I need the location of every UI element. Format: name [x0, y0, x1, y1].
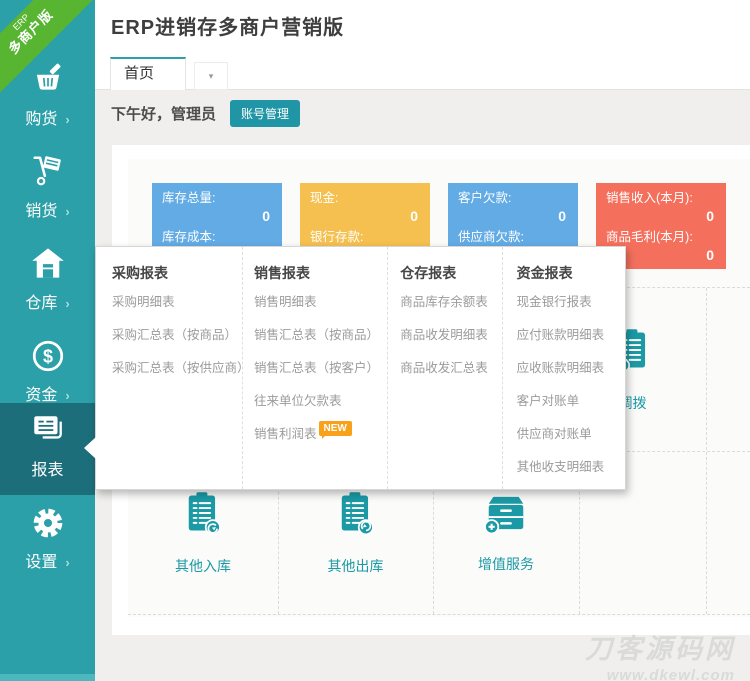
- stat-value: 0: [262, 208, 270, 224]
- sidebar-item-settings[interactable]: 设置 ›: [0, 495, 95, 587]
- flyout-item-cash-bank[interactable]: 现金银行报表: [517, 286, 625, 319]
- tab-dropdown-caret-icon[interactable]: ▾: [194, 62, 228, 90]
- sidebar-item-label: 资金: [25, 387, 58, 404]
- stat-label: 客户欠款:: [458, 191, 512, 205]
- flyout-column-fund-reports: 资金报表 现金银行报表 应付账款明细表 应收账款明细表 客户对账单 供应商对账单…: [503, 247, 625, 489]
- cabinet-plus-icon: [483, 492, 529, 539]
- sidebar-item-reports[interactable]: 报表: [0, 403, 95, 495]
- chevron-right-icon: ›: [65, 112, 70, 127]
- stat-label: 银行存款:: [310, 230, 364, 244]
- chevron-right-icon: ›: [65, 555, 70, 570]
- flyout-item-customer-statement[interactable]: 客户对账单: [517, 385, 625, 418]
- sidebar-footer-strip: [0, 674, 95, 681]
- flyout-section-header: 销售报表: [254, 265, 310, 281]
- greeting-text: 下午好，管理员: [111, 106, 217, 123]
- flyout-item-sales-profit[interactable]: 销售利润表 NEW: [254, 418, 387, 451]
- chevron-right-icon: ›: [65, 204, 70, 219]
- greeting-row: 下午好，管理员 账号管理: [111, 100, 301, 127]
- dollar-circle-icon: $: [0, 328, 95, 382]
- flyout-item-purchase-summary-product[interactable]: 采购汇总表（按商品）: [112, 319, 242, 352]
- sidebar: 购货 › 销货 › 仓库 › $ 资金 › 报表 设置 › ERP 多商户版: [0, 0, 106, 681]
- clipboard-arrow-in-icon: [182, 490, 224, 541]
- shortcut-label: 其他出库: [327, 557, 384, 574]
- flyout-item-sales-summary-customer[interactable]: 销售汇总表（按客户）: [254, 352, 387, 385]
- sidebar-item-label: 设置: [25, 554, 58, 571]
- flyout-arrow-pointer: [84, 437, 96, 459]
- reports-flyout-menu: 采购报表 采购明细表 采购汇总表（按商品） 采购汇总表（按供应商） 销售报表 销…: [95, 246, 626, 490]
- sidebar-item-warehouse[interactable]: 仓库 ›: [0, 236, 95, 328]
- sidebar-item-label: 报表: [31, 462, 64, 479]
- stat-label: 供应商欠款:: [458, 230, 524, 244]
- stat-value: 0: [410, 208, 418, 224]
- flyout-item-supplier-statement[interactable]: 供应商对账单: [517, 418, 625, 451]
- stat-value: 0: [558, 208, 566, 224]
- stat-label: 库存总量:: [162, 191, 216, 205]
- cart-icon: [0, 144, 95, 198]
- flyout-item-sales-summary-product[interactable]: 销售汇总表（按商品）: [254, 319, 387, 352]
- tab-home[interactable]: 首页: [110, 57, 186, 91]
- flyout-item-label: 销售利润表: [254, 427, 317, 441]
- flyout-item-sales-detail[interactable]: 销售明细表: [254, 286, 387, 319]
- flyout-section-header: 资金报表: [516, 265, 573, 281]
- flyout-item-receivable-detail[interactable]: 应收账款明细表: [517, 352, 625, 385]
- flyout-item-stock-inout-detail[interactable]: 商品收发明细表: [400, 319, 501, 352]
- tab-bar: 首页 ▾: [95, 55, 750, 91]
- flyout-section-header: 采购报表: [112, 265, 168, 281]
- watermark-title: 刀客源码网: [585, 634, 735, 664]
- report-icon: [0, 403, 95, 457]
- app-header: ERP进销存多商户营销版 系统管理: [95, 0, 750, 55]
- flyout-item-stock-balance[interactable]: 商品库存余额表: [400, 286, 501, 319]
- chevron-right-icon: ›: [65, 296, 70, 311]
- stat-label: 销售收入(本月):: [606, 191, 693, 205]
- stat-label: 现金:: [310, 191, 339, 205]
- erp-app-window: 购货 › 销货 › 仓库 › $ 资金 › 报表 设置 › ERP 多商户版 E…: [0, 0, 750, 681]
- chevron-right-icon: ›: [65, 388, 70, 403]
- warehouse-icon: [0, 236, 95, 290]
- watermark: 刀客源码网 www.dkewl.com: [585, 633, 735, 681]
- flyout-item-counterparty-debt[interactable]: 往来单位欠款表: [254, 385, 387, 418]
- flyout-item-purchase-summary-supplier[interactable]: 采购汇总表（按供应商）: [112, 352, 250, 385]
- new-badge: NEW: [318, 421, 352, 439]
- sidebar-item-sales[interactable]: 销货 ›: [0, 144, 95, 236]
- sidebar-item-label: 销货: [25, 203, 58, 220]
- sidebar-item-label: 购货: [25, 111, 58, 128]
- stat-row: 现金: 0: [310, 190, 420, 226]
- stat-label: 商品毛利(本月):: [606, 230, 693, 244]
- shortcut-label: 增值服务: [478, 555, 534, 572]
- shortcut-label: 其他入库: [175, 557, 231, 574]
- gear-icon: [0, 495, 95, 549]
- stat-label: 库存成本:: [162, 230, 216, 244]
- stat-value: 0: [706, 208, 714, 224]
- stat-row: 销售收入(本月): 0: [606, 190, 716, 226]
- flyout-item-payable-detail[interactable]: 应付账款明细表: [517, 319, 625, 352]
- clipboard-arrow-out-icon: [335, 490, 377, 541]
- flyout-column-stock-reports: 仓存报表 商品库存余额表 商品收发明细表 商品收发汇总表: [388, 247, 503, 489]
- sidebar-item-label: 仓库: [25, 295, 58, 312]
- flyout-item-purchase-detail[interactable]: 采购明细表: [112, 286, 242, 319]
- flyout-column-purchase-reports: 采购报表 采购明细表 采购汇总表（按商品） 采购汇总表（按供应商）: [96, 247, 250, 489]
- flyout-column-sales-reports: 销售报表 销售明细表 销售汇总表（按商品） 销售汇总表（按客户） 往来单位欠款表…: [243, 247, 389, 489]
- page-title: ERP进销存多商户营销版: [111, 17, 345, 39]
- stat-row: 库存总量: 0: [162, 190, 272, 226]
- stat-row: 客户欠款: 0: [458, 190, 568, 226]
- flyout-item-stock-inout-summary[interactable]: 商品收发汇总表: [400, 352, 501, 385]
- flyout-item-other-inout-detail[interactable]: 其他收支明细表: [517, 451, 625, 484]
- watermark-url: www.dkewl.com: [606, 666, 735, 681]
- svg-text:$: $: [42, 346, 52, 366]
- account-manage-button[interactable]: 账号管理: [230, 100, 301, 127]
- flyout-section-header: 仓存报表: [400, 265, 457, 281]
